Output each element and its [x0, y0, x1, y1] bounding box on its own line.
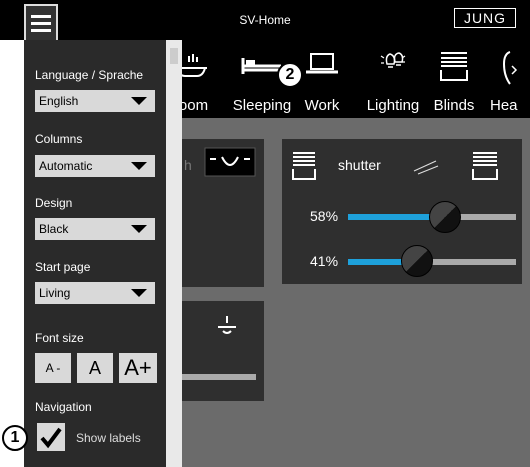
design-select[interactable]: Black [35, 218, 155, 240]
room-label-sleeping: Sleeping [232, 97, 292, 114]
chevron-down-icon [131, 97, 147, 105]
menu-icon[interactable] [24, 4, 58, 42]
start-page-value: Living [39, 286, 71, 300]
room-tab-lighting[interactable]: Lighting [360, 48, 426, 118]
room-label-blinds: Blinds [433, 97, 475, 114]
shutter-position-handle[interactable] [429, 201, 462, 233]
language-select[interactable]: English [35, 90, 155, 112]
room-tab-work[interactable]: Work [297, 48, 347, 118]
language-label: Language / Sprache [35, 68, 144, 82]
room-tab-blinds[interactable]: Blinds [428, 48, 480, 118]
callout-marker-1: 1 [2, 425, 28, 451]
callout-marker-2: 2 [277, 62, 303, 88]
design-label: Design [35, 196, 73, 210]
chevron-down-icon [131, 162, 147, 170]
room-label-bathroom: room [182, 97, 209, 114]
checkmark-icon [40, 427, 62, 449]
app-title: SV-Home [239, 13, 291, 27]
language-value: English [39, 94, 79, 108]
shutter-position-percent: 58% [310, 208, 339, 224]
font-size-small-button[interactable]: A - [35, 353, 71, 383]
light-tile[interactable]: h [182, 139, 264, 287]
shutter-up-icon[interactable] [292, 151, 316, 181]
font-size-label: Font size [35, 331, 84, 345]
ceiling-lamp-icon [218, 316, 236, 334]
font-size-medium-button[interactable]: A [77, 353, 113, 383]
dimmer-switch-icon[interactable] [204, 147, 256, 177]
design-value: Black [39, 222, 69, 236]
start-page-label: Start page [35, 260, 91, 274]
slat-position-handle[interactable] [400, 245, 433, 277]
tile-partial-label: h [184, 157, 192, 173]
chevron-down-icon [131, 289, 147, 297]
room-tab-heating[interactable]: Hea [484, 48, 530, 118]
show-labels-checkbox[interactable] [37, 423, 65, 451]
bathroom-icon [182, 54, 207, 77]
columns-label: Columns [35, 132, 83, 146]
chevron-down-icon [131, 225, 147, 233]
light-bulb-icon [380, 52, 406, 68]
settings-drawer: Language / Sprache English Columns Autom… [24, 40, 166, 467]
slat-angle-icon[interactable] [412, 157, 440, 175]
shutter-name: shutter [338, 157, 381, 173]
top-bar: SV-Home JUNG [0, 0, 530, 40]
blinds-icon [440, 52, 468, 81]
columns-select[interactable]: Automatic [35, 155, 155, 177]
heating-icon [502, 51, 518, 85]
show-labels-label: Show labels [76, 431, 141, 445]
lamp-dimmer-track[interactable] [182, 374, 256, 380]
scrollbar-thumb[interactable] [170, 48, 178, 64]
room-navigation: room Sleeping Work Lighting Blinds [182, 40, 530, 118]
drawer-scrollbar[interactable] [166, 40, 182, 467]
room-label-lighting: Lighting [366, 97, 420, 114]
navigation-label: Navigation [35, 400, 92, 414]
room-label-heating: Hea [490, 97, 518, 114]
laptop-icon [306, 53, 338, 74]
svg-text:JUNG: JUNG [464, 10, 506, 26]
slat-position-percent: 41% [310, 253, 339, 269]
lamp-tile[interactable] [182, 301, 264, 401]
main-content: h shutter 58% 41% [182, 118, 530, 467]
room-tab-bathroom[interactable]: room [182, 48, 222, 118]
font-size-large-button[interactable]: A+ [119, 353, 157, 383]
shutter-tile: shutter 58% 41% [282, 139, 522, 284]
shutter-down-icon[interactable] [472, 151, 498, 181]
start-page-select[interactable]: Living [35, 282, 155, 304]
columns-value: Automatic [39, 159, 93, 173]
room-label-work: Work [304, 97, 340, 114]
jung-logo: JUNG [454, 8, 516, 28]
